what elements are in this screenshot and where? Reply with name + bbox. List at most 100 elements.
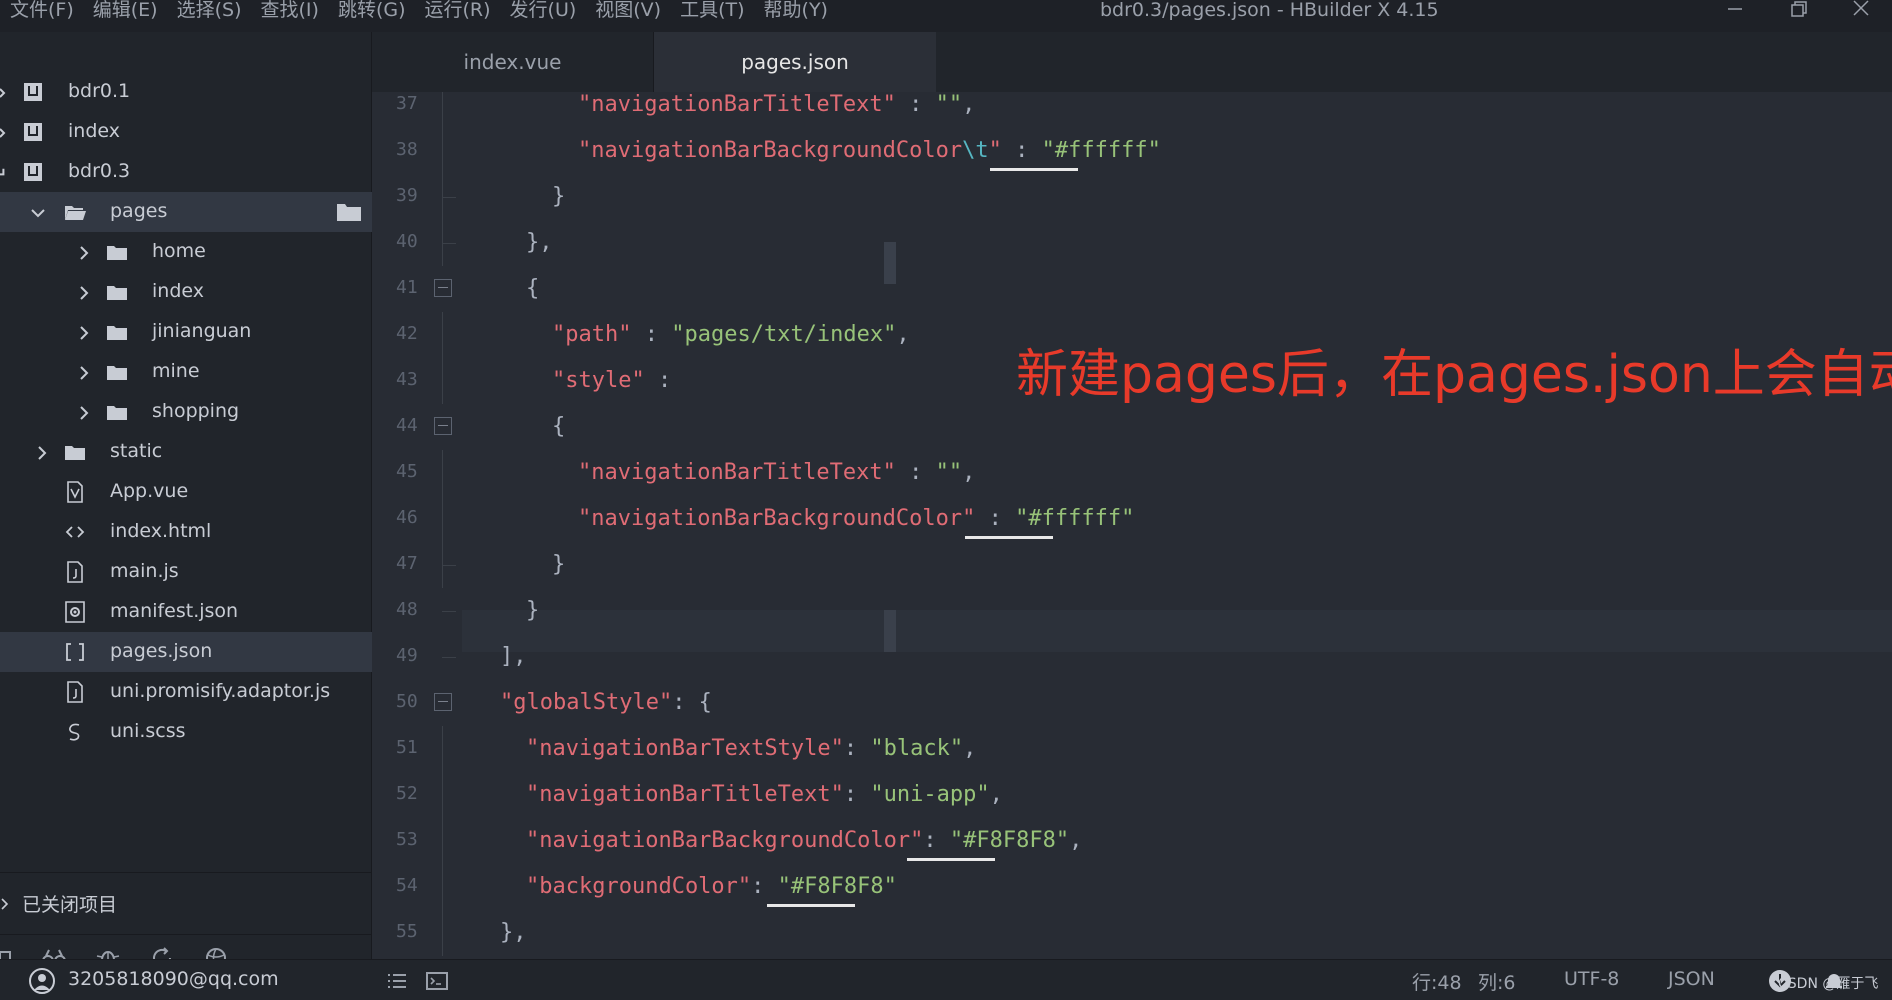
open-folder-icon[interactable] (336, 200, 362, 224)
line-number: 41 (396, 277, 418, 298)
cursor-column[interactable]: 列:6 (1478, 968, 1516, 995)
cursor-line[interactable]: 行:48 (1412, 968, 1462, 995)
code-line[interactable]: "style" : (552, 361, 671, 401)
chevron-right-icon[interactable] (76, 364, 92, 380)
tree-item[interactable]: bdr0.1 (0, 72, 372, 112)
close-icon (1853, 0, 1869, 16)
code-line[interactable]: "navigationBarTextStyle": "black", (526, 729, 976, 769)
folder-icon (106, 361, 128, 383)
punctuation: , (896, 322, 910, 347)
json-string: "black" (870, 736, 964, 761)
minimize-icon (1728, 8, 1742, 10)
fold-toggle-icon[interactable] (434, 279, 452, 297)
code-line[interactable]: "backgroundColor": "#F8F8F8" (526, 867, 897, 907)
tree-item[interactable]: pages.json (0, 632, 372, 672)
code-line[interactable]: } (526, 591, 539, 631)
json-key: "navigationBarTitleText" (526, 782, 844, 807)
chevron-right-icon[interactable] (0, 124, 16, 140)
json-string: "uni-app" (870, 782, 990, 807)
chevron-right-icon[interactable] (0, 84, 16, 100)
restore-button[interactable] (1784, 0, 1814, 22)
code-line[interactable]: "navigationBarBackgroundColor": "#F8F8F8… (526, 821, 1082, 861)
minimize-button[interactable] (1720, 0, 1750, 22)
tree-item[interactable]: static (0, 432, 372, 472)
tab-pages-json[interactable]: pages.json (654, 32, 936, 92)
editor-tab-bar: index.vue pages.json (372, 32, 1892, 92)
tree-item[interactable]: home (0, 232, 372, 272)
line-number: 53 (396, 829, 418, 850)
tree-item[interactable]: manifest.json (0, 592, 372, 632)
code-editor[interactable]: 37 38 39 40 41 42 43 44 45 46 47 48 49 50 51 52 53 54 55 "… (372, 92, 1892, 959)
line-number: 45 (396, 461, 418, 482)
menu-item[interactable]: 帮助(Y) (764, 0, 828, 22)
tree-item[interactable]: bdr0.3 (0, 152, 372, 192)
tree-item[interactable]: index.html (0, 512, 372, 552)
fold-toggle-icon[interactable] (434, 693, 452, 711)
code-line[interactable]: "navigationBarTitleText" : "", (578, 453, 975, 493)
punctuation: : (1001, 138, 1042, 163)
punctuation: : (895, 460, 936, 485)
code-line[interactable]: { (552, 407, 565, 447)
json-string: "pages/txt/index" (671, 322, 897, 347)
code-line[interactable]: ], (500, 637, 527, 677)
code-area[interactable]: "navigationBarTitleText" : "", "navigatio… (462, 92, 1872, 959)
menu-item[interactable]: 发行(U) (510, 0, 577, 22)
menu-item[interactable]: 选择(S) (177, 0, 242, 22)
tree-item[interactable]: mine (0, 352, 372, 392)
tab-index-vue[interactable]: index.vue (372, 32, 654, 92)
punctuation: : (631, 322, 672, 347)
account-email[interactable]: 3205818090@qq.com (68, 968, 279, 990)
tree-item-label: shopping (152, 400, 240, 422)
fold-end-tick (442, 197, 456, 198)
chevron-right-icon[interactable] (76, 324, 92, 340)
tree-item-label: index (152, 280, 204, 302)
menu-item[interactable]: 编辑(E) (93, 0, 158, 22)
tree-item[interactable]: index (0, 272, 372, 312)
code-line[interactable]: "navigationBarBackgroundColor\t" : "#fff… (578, 131, 1161, 171)
folder-icon (106, 241, 128, 263)
chevron-right-icon[interactable] (76, 284, 92, 300)
code-line[interactable]: }, (500, 913, 527, 953)
vue-file-icon (64, 481, 86, 503)
punctuation: { (526, 276, 540, 301)
menu-item[interactable]: 文件(F) (10, 0, 74, 22)
code-line[interactable]: "globalStyle": { (500, 683, 712, 723)
menu-item[interactable]: 跳转(G) (338, 0, 406, 22)
tree-item[interactable]: uni.scss (0, 712, 372, 752)
menu-item[interactable]: 查找(I) (261, 0, 319, 22)
chevron-right-icon[interactable] (76, 244, 92, 260)
tree-item[interactable]: shopping (0, 392, 372, 432)
json-key: "navigationBarTextStyle" (526, 736, 844, 761)
terminal-icon[interactable] (426, 970, 448, 992)
chevron-right-icon[interactable] (76, 404, 92, 420)
menu-item[interactable]: 工具(T) (680, 0, 744, 22)
code-line[interactable]: }, (526, 223, 553, 263)
tree-item[interactable]: index (0, 112, 372, 152)
code-line[interactable]: "navigationBarTitleText" : "", (578, 92, 975, 125)
line-number: 44 (396, 415, 418, 436)
close-button[interactable] (1846, 0, 1876, 22)
menu-item[interactable]: 运行(R) (425, 0, 491, 22)
menu-item[interactable]: 视图(V) (595, 0, 661, 22)
user-avatar-icon[interactable] (28, 967, 56, 995)
code-line[interactable]: "path" : "pages/txt/index", (552, 315, 910, 355)
closed-projects-section[interactable]: 已关闭项目 (0, 872, 372, 934)
code-line[interactable]: } (552, 545, 565, 585)
code-line[interactable]: "navigationBarTitleText": "uni-app", (526, 775, 1003, 815)
tree-item[interactable]: App.vue (0, 472, 372, 512)
chevron-down-icon[interactable] (30, 204, 46, 220)
fold-toggle-icon[interactable] (434, 417, 452, 435)
file-language[interactable]: JSON (1668, 968, 1715, 990)
code-line[interactable]: } (552, 177, 565, 217)
code-line[interactable]: "navigationBarBackgroundColor" : "#fffff… (578, 499, 1134, 539)
code-line[interactable]: { (526, 269, 539, 309)
chevron-down-icon[interactable] (0, 164, 16, 180)
list-icon[interactable] (386, 970, 408, 992)
tree-item[interactable]: uni.promisify.adaptor.js (0, 672, 372, 712)
chevron-right-icon[interactable] (34, 444, 50, 460)
bell-icon[interactable] (1822, 969, 1846, 993)
tree-item[interactable]: pages (0, 192, 372, 232)
tree-item[interactable]: jinianguan (0, 312, 372, 352)
file-encoding[interactable]: UTF-8 (1564, 968, 1619, 990)
tree-item[interactable]: main.js (0, 552, 372, 592)
